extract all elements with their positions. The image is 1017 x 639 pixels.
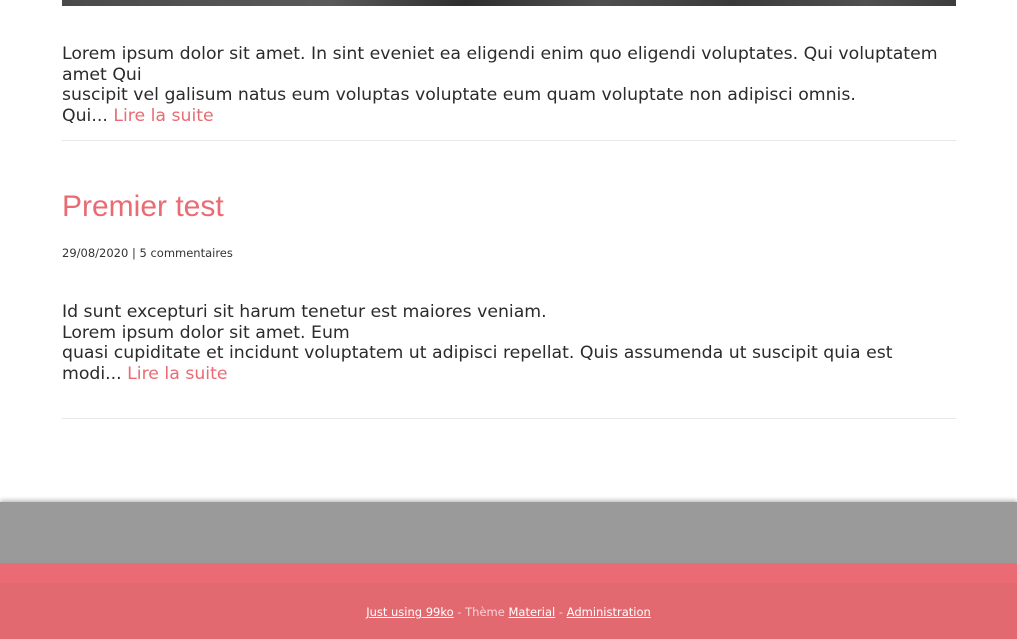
post-date: 29/08/2020 — [62, 246, 129, 260]
meta-separator: | — [128, 246, 140, 260]
footer-gray-band — [0, 502, 1017, 563]
read-more-link[interactable]: Lire la suite — [113, 106, 213, 126]
admin-link[interactable]: Administration — [567, 605, 651, 619]
footer-dash: - — [555, 605, 567, 619]
footer-credits: Just using 99ko - Thème Material - Admin… — [0, 604, 1017, 620]
read-more-link[interactable]: Lire la suite — [127, 364, 227, 384]
theme-prefix: - Thème — [453, 605, 509, 619]
excerpt-text: suscipit vel galisum natus eum voluptas … — [62, 85, 856, 105]
theme-link[interactable]: Material — [508, 605, 555, 619]
site-footer: Just using 99ko - Thème Material - Admin… — [0, 583, 1017, 639]
post-cover-image[interactable] — [62, 0, 956, 6]
excerpt-text: Id sunt excepturi sit harum tenetur est … — [62, 302, 547, 322]
post-meta: 29/08/2020 | 5 commentaires — [62, 245, 233, 261]
powered-by-link[interactable]: Just using 99ko — [366, 605, 453, 619]
post-excerpt: Lorem ipsum dolor sit amet. In sint even… — [62, 44, 956, 126]
post-comments-count: 5 commentaires — [139, 246, 233, 260]
page: Lorem ipsum dolor sit amet. In sint even… — [0, 0, 1017, 639]
post-divider — [62, 140, 956, 141]
post-excerpt: Id sunt excepturi sit harum tenetur est … — [62, 302, 956, 384]
post-divider — [62, 418, 956, 419]
footer-accent-band — [0, 563, 1017, 583]
excerpt-text: Qui... — [62, 105, 114, 126]
excerpt-text: Lorem ipsum dolor sit amet. In sint even… — [62, 44, 938, 85]
post-title-link[interactable]: Premier test — [62, 188, 224, 226]
excerpt-text: Lorem ipsum dolor sit amet. Eum — [62, 322, 350, 343]
